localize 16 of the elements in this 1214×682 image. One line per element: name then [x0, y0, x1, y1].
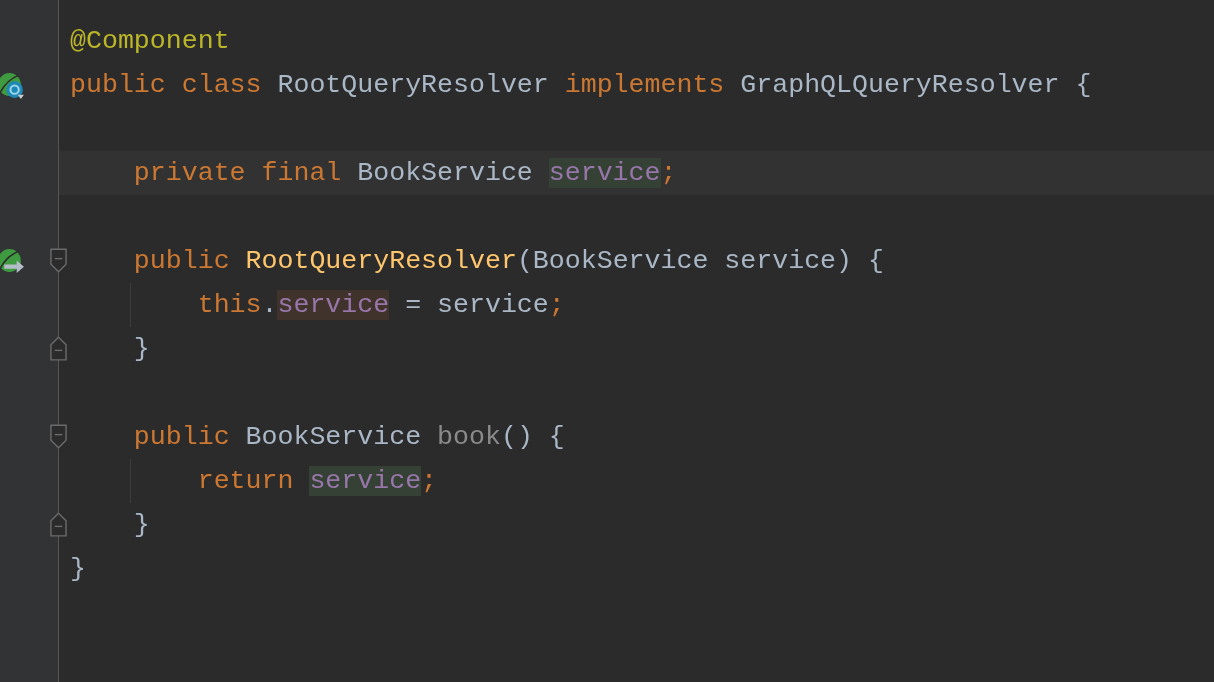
arrow-leaf-icon[interactable] — [0, 248, 25, 275]
code-line: } — [132, 333, 150, 366]
code-line: public class RootQueryResolver implements GraphQLQueryResolver { — [70, 69, 1092, 102]
code-line: private final BookService service; — [132, 157, 677, 190]
fold-marker-icon[interactable] — [50, 248, 67, 273]
code-line: public RootQueryResolver(BookService service) { — [132, 245, 884, 278]
code-line: public BookService book() { — [132, 421, 565, 454]
fold-marker-icon[interactable] — [50, 336, 67, 361]
code-line: return service; — [196, 465, 438, 498]
fold-marker-icon[interactable] — [50, 512, 67, 537]
fold-marker-icon[interactable] — [50, 424, 67, 449]
code-line: } — [132, 509, 150, 542]
code-line: @Component — [70, 25, 230, 58]
code-line: this.service = service; — [196, 289, 565, 322]
bean-icon[interactable] — [0, 72, 25, 99]
code-line: } — [70, 553, 86, 586]
